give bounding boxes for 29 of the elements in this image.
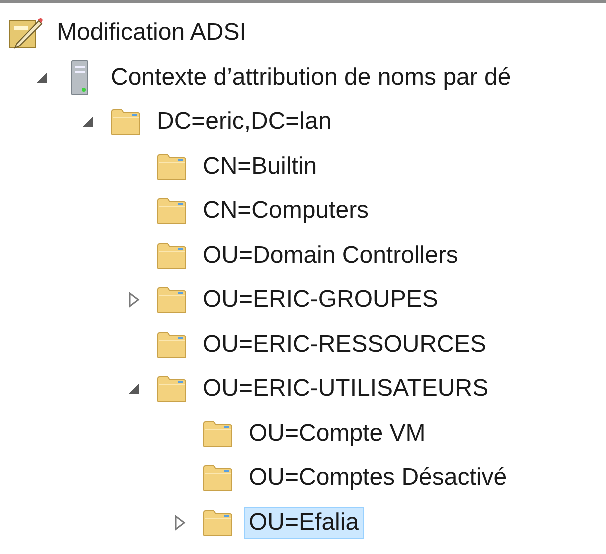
server-icon xyxy=(71,60,89,96)
folder-icon xyxy=(203,508,233,537)
folder-icon xyxy=(203,464,233,492)
folder-icon xyxy=(157,375,187,404)
folder-icon xyxy=(157,242,187,270)
tree-item[interactable]: OU=ERIC-GROUPES xyxy=(198,284,444,316)
folder-icon xyxy=(157,330,187,359)
folder-icon xyxy=(157,152,187,181)
tree-item[interactable]: OU=Domain Controllers xyxy=(198,240,464,272)
collapsed-arrow-icon[interactable] xyxy=(128,292,140,308)
tree-item[interactable]: OU=Compte VM xyxy=(244,418,431,450)
expanded-arrow-icon[interactable] xyxy=(36,72,48,84)
folder-icon xyxy=(157,197,187,226)
tree-item[interactable]: Modification ADSI xyxy=(52,17,252,50)
tree-item[interactable]: OU=Efalia xyxy=(244,506,364,539)
collapsed-arrow-icon[interactable] xyxy=(174,514,186,531)
expanded-arrow-icon[interactable] xyxy=(82,116,94,128)
folder-icon xyxy=(157,286,187,314)
tree-item[interactable]: DC=eric,DC=lan xyxy=(152,106,337,138)
tree-item[interactable]: Contexte d’attribution de noms par dé xyxy=(106,62,516,94)
folder-icon xyxy=(203,420,233,448)
expanded-arrow-icon[interactable] xyxy=(128,383,140,396)
pencil-notepad-icon xyxy=(9,17,43,50)
folder-icon xyxy=(111,108,141,136)
tree-item[interactable]: CN=Computers xyxy=(198,195,374,228)
tree-item[interactable]: OU=Comptes Désactivé xyxy=(244,462,512,494)
tree-item[interactable]: OU=ERIC-RESSOURCES xyxy=(198,328,492,361)
tree-item[interactable]: CN=Builtin xyxy=(198,150,322,183)
tree-item[interactable]: OU=ERIC-UTILISATEURS xyxy=(198,373,494,406)
